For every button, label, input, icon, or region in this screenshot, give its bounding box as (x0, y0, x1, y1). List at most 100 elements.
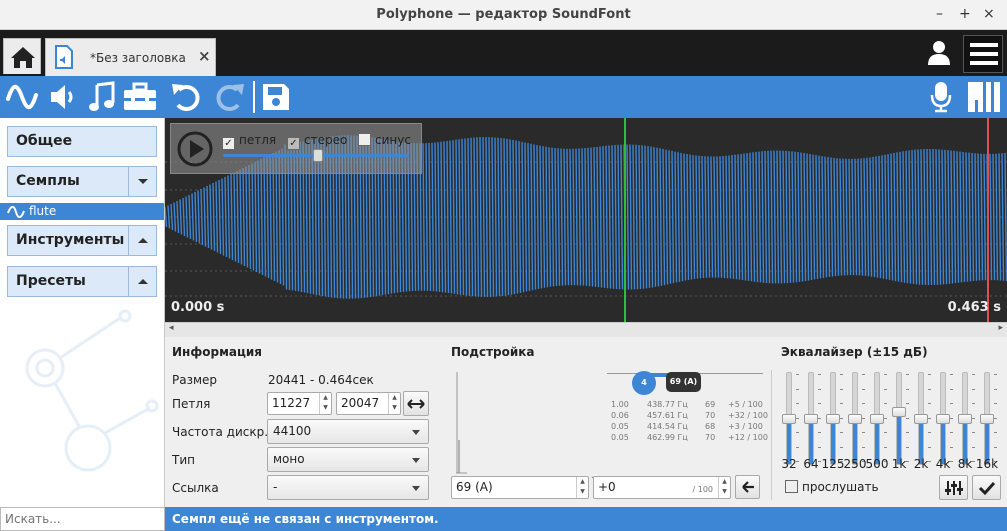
sample-wave-icon (7, 206, 25, 218)
sample-item-flute[interactable]: flute (0, 203, 164, 220)
minimize-button[interactable]: – (936, 6, 943, 22)
eq-tick (884, 446, 887, 448)
close-tab-button[interactable]: × (198, 47, 211, 65)
document-tab[interactable]: *Без заголовка × (45, 38, 216, 76)
eq-slider-handle[interactable] (914, 413, 928, 424)
swap-loop-button[interactable] (403, 391, 429, 416)
presets-expand-arrow[interactable] (128, 267, 156, 296)
play-icon[interactable] (177, 131, 213, 167)
scroll-left-arrow[interactable]: ◂ (169, 323, 174, 333)
tuning-cell: 70 (705, 411, 716, 420)
user-icon[interactable] (925, 39, 953, 67)
loop-start-value: 11227 (272, 396, 311, 410)
sidebar-instruments-button[interactable]: Инструменты (7, 225, 157, 256)
eq-tick (840, 403, 843, 404)
eq-slider[interactable] (870, 372, 884, 465)
eq-tick (906, 374, 909, 375)
eq-slider-handle[interactable] (826, 413, 840, 424)
root-key-input[interactable]: 69 (A) ▲ ▼ (451, 476, 589, 499)
apply-tuning-button[interactable] (735, 475, 760, 499)
instruments-expand-arrow[interactable] (128, 226, 156, 255)
eq-slider[interactable] (958, 372, 972, 465)
loop-checkbox[interactable]: ✓ петля (222, 133, 276, 150)
eq-slider[interactable] (782, 372, 796, 465)
eq-slider-handle[interactable] (848, 413, 862, 424)
type-label: Тип (172, 453, 195, 467)
eq-slider[interactable] (914, 372, 928, 465)
eq-slider[interactable] (892, 372, 906, 465)
search-input[interactable] (0, 507, 165, 531)
eq-slider[interactable] (936, 372, 950, 465)
sample-rate-value: 44100 (273, 424, 312, 438)
eq-tick (972, 403, 975, 404)
home-tab[interactable] (3, 38, 41, 74)
eq-tick (884, 417, 887, 419)
eq-slider[interactable] (848, 372, 862, 465)
double-arrow-icon (407, 399, 425, 409)
speaker-icon[interactable] (48, 81, 78, 113)
microphone-icon[interactable] (929, 81, 953, 113)
correction-spinner[interactable]: ▲ ▼ (718, 477, 730, 498)
background-decoration (25, 309, 159, 472)
arrow-left-icon (741, 481, 754, 493)
samples-collapse-arrow[interactable] (128, 167, 156, 196)
window-titlebar: Polyphone — редактор SoundFont – + × (0, 0, 1007, 30)
eq-settings-button[interactable] (939, 475, 968, 500)
sine-checkbox[interactable]: синус (358, 133, 411, 147)
sample-rate-select[interactable]: 44100 (267, 419, 429, 444)
main-menu-button[interactable] (963, 35, 1003, 73)
eq-apply-button[interactable] (972, 475, 1001, 500)
waveform-view[interactable]: ✓ петля ✓ стерео синус 0.000 s 0.463 s (165, 118, 1007, 322)
sample-editor-panel: Информация Размер 20441 - 0.464сек Петля… (165, 337, 1007, 507)
eq-band-label: 4k (935, 457, 951, 471)
loop-start-input[interactable]: 11227 ▲ ▼ (267, 392, 332, 415)
correction-input[interactable]: +0 / 100 ▲ ▼ (593, 476, 731, 499)
listen-checkbox[interactable]: прослушать (785, 480, 879, 494)
equalizer-heading: Эквалайзер (±15 дБ) (781, 345, 928, 359)
redo-icon[interactable] (212, 81, 246, 113)
waveform-scrollbar[interactable]: ◂ ▸ (165, 322, 1007, 337)
eq-slider-handle[interactable] (782, 413, 796, 424)
undo-icon[interactable] (170, 81, 204, 113)
root-key-spinner[interactable]: ▲ ▼ (576, 477, 588, 498)
loop-end-input[interactable]: 20047 ▲ ▼ (336, 392, 401, 415)
sidebar-presets-button[interactable]: Пресеты (7, 266, 157, 297)
eq-tick (972, 446, 975, 448)
tuning-cell: 70 (705, 433, 716, 442)
eq-slider-handle[interactable] (936, 413, 950, 424)
eq-slider-handle[interactable] (892, 407, 906, 418)
loop-start-spinner[interactable]: ▲ ▼ (319, 393, 331, 414)
loop-label: Петля (172, 397, 211, 411)
eq-slider-handle[interactable] (958, 413, 972, 424)
volume-slider[interactable] (223, 149, 409, 162)
scroll-right-arrow[interactable]: ▸ (998, 323, 1003, 333)
sine-checkbox-label: синус (375, 133, 411, 147)
eq-band-label: 32 (781, 457, 797, 471)
eq-slider[interactable] (804, 372, 818, 465)
piano-icon[interactable] (967, 81, 1001, 113)
eq-slider[interactable] (826, 372, 840, 465)
eq-slider-handle[interactable] (870, 413, 884, 424)
hamburger-icon (970, 43, 998, 65)
close-window-button[interactable]: × (983, 6, 995, 22)
eq-slider-handle[interactable] (804, 413, 818, 424)
sidebar-samples-button[interactable]: Семплы (7, 166, 157, 197)
save-icon[interactable] (261, 81, 291, 113)
eq-divider (771, 370, 772, 500)
size-value: 20441 - 0.464сек (268, 373, 374, 387)
equalizer-icon (944, 481, 963, 495)
eq-slider-handle[interactable] (980, 413, 994, 424)
music-note-icon[interactable] (88, 81, 116, 113)
link-select[interactable]: - (267, 475, 429, 500)
home-icon (11, 47, 35, 68)
eq-slider[interactable] (980, 372, 994, 465)
loop-end-spinner[interactable]: ▲ ▼ (388, 393, 400, 414)
toolbox-icon[interactable] (122, 81, 158, 113)
volume-slider-handle[interactable] (313, 149, 323, 162)
sidebar-general-button[interactable]: Общее (7, 126, 157, 157)
maximize-button[interactable]: + (959, 6, 971, 22)
type-select[interactable]: моно (267, 447, 429, 472)
waveform-icon[interactable] (5, 81, 39, 113)
stereo-checkbox[interactable]: ✓ стерео (287, 133, 347, 150)
tuning-cell: 68 (705, 422, 716, 431)
